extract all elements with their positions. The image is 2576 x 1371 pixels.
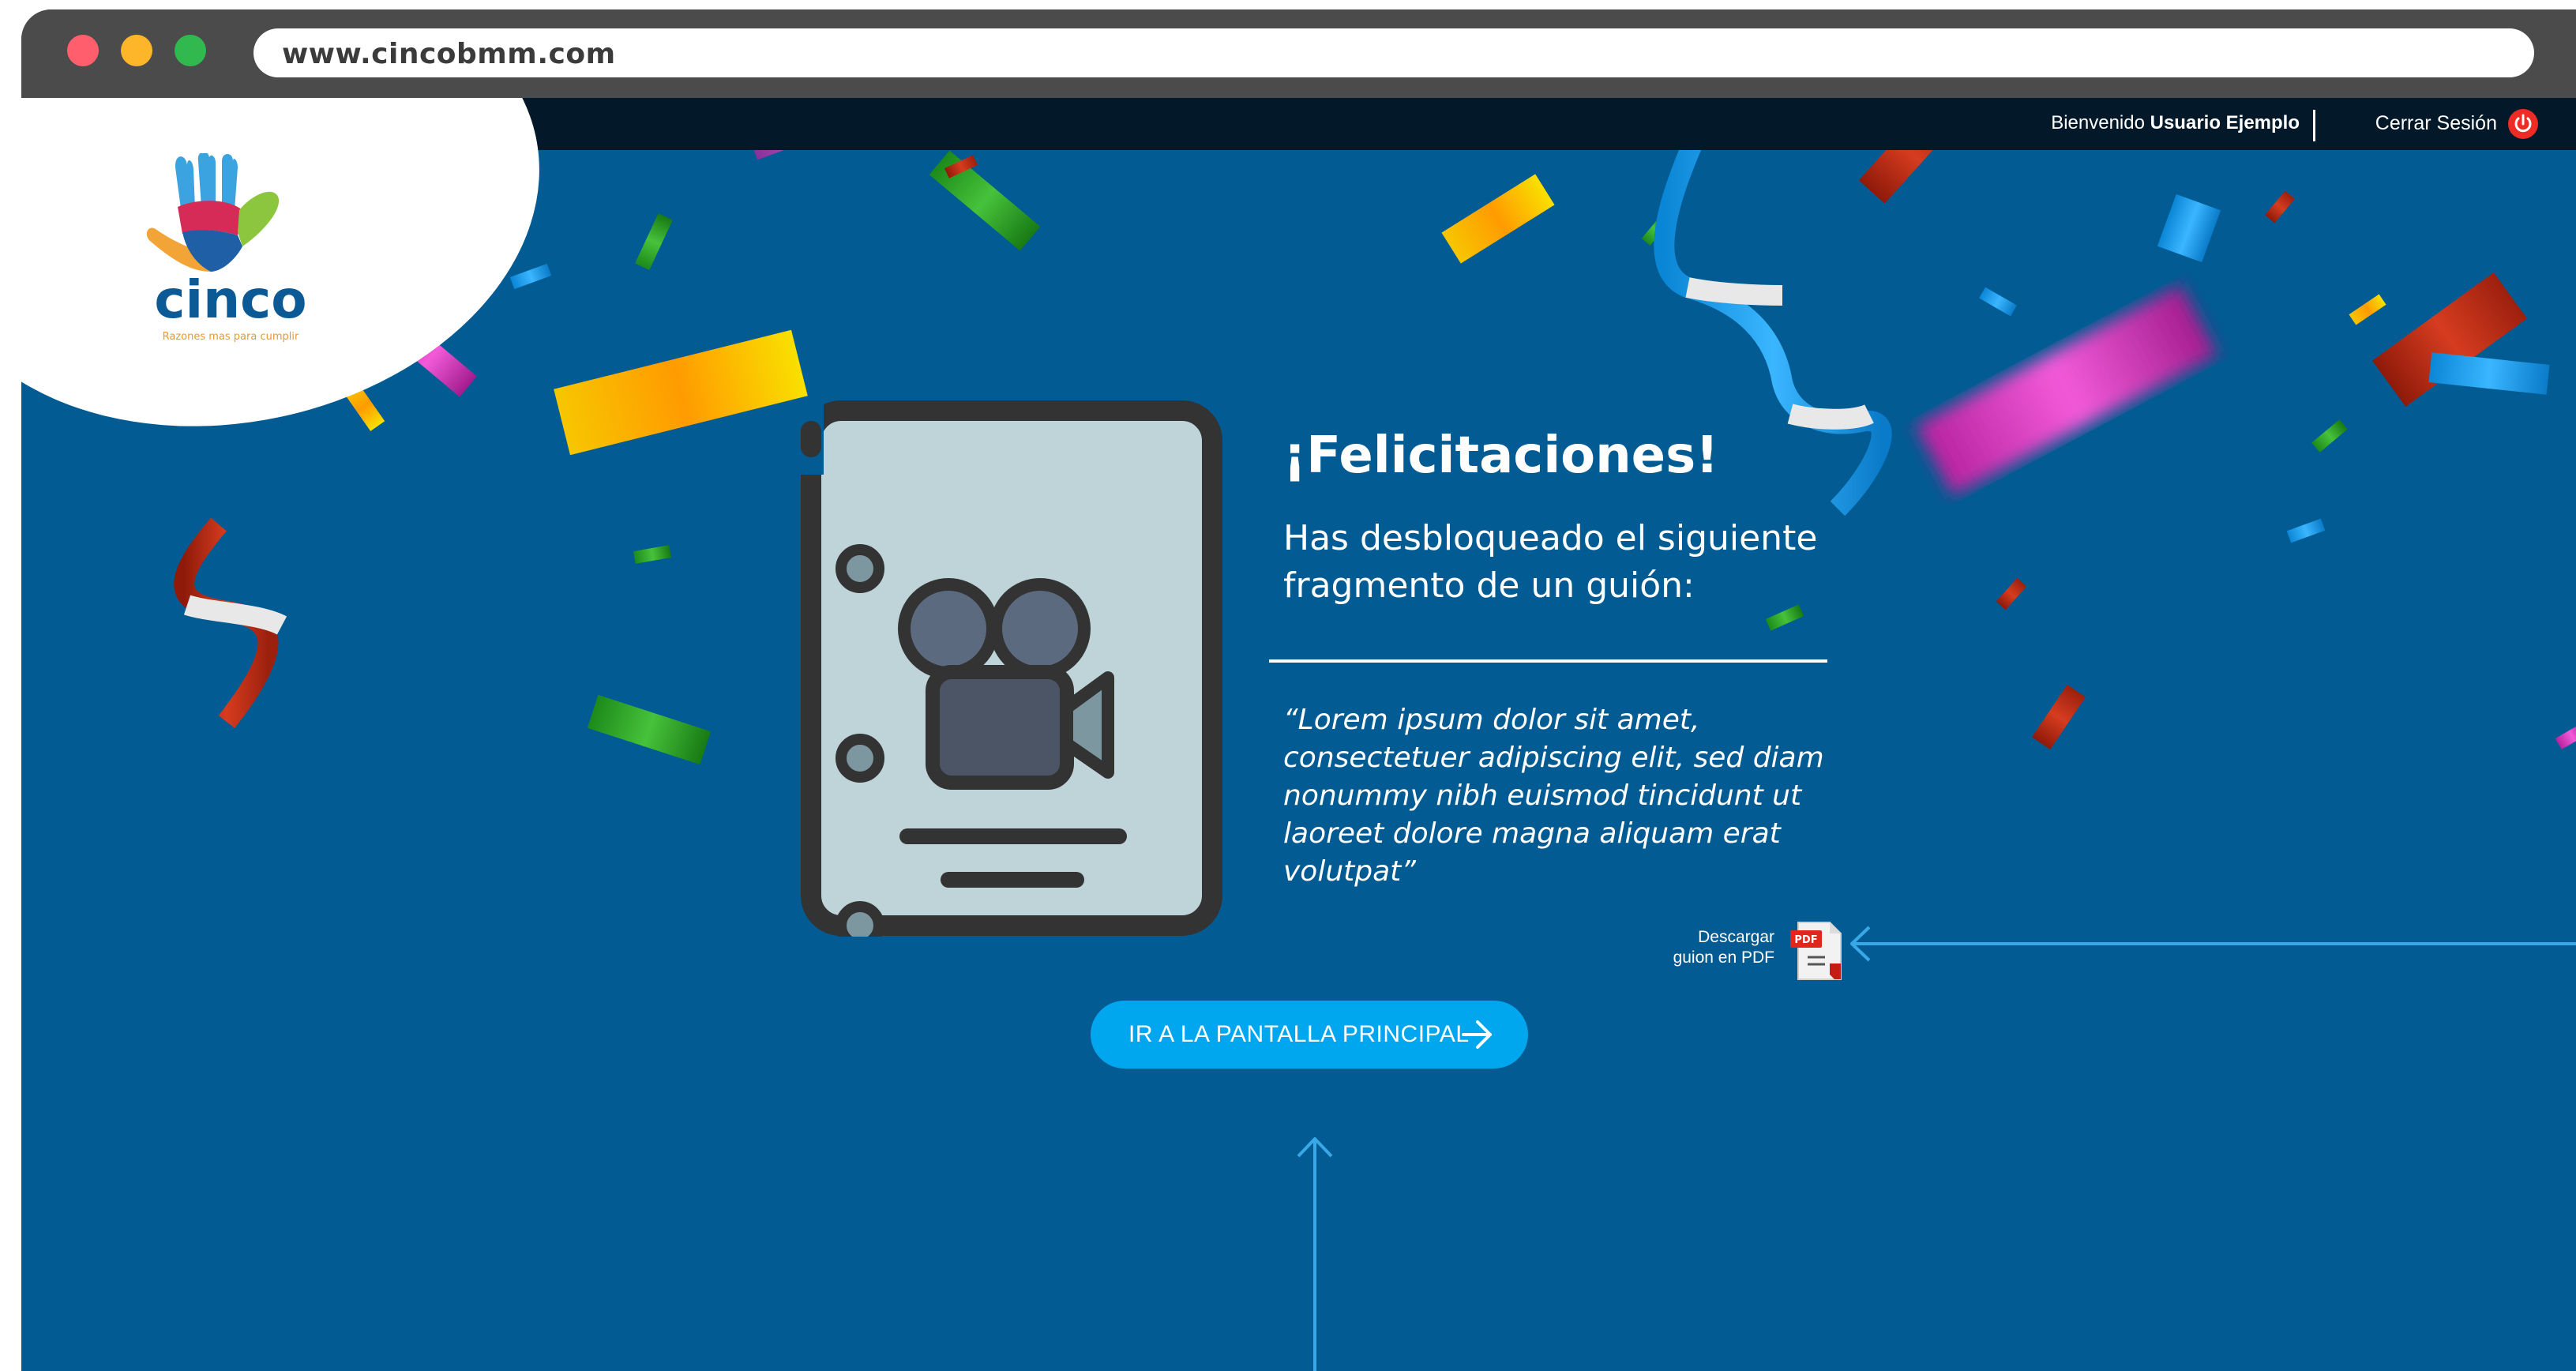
go-to-main-screen-button[interactable]: IR A LA PANTALLA PRINCIPAL bbox=[1091, 1001, 1528, 1069]
pdf-badge-text: PDF bbox=[1794, 934, 1817, 946]
download-pdf-label: Descargar guion en PDF bbox=[1640, 927, 1774, 968]
browser-chrome: www.cincobmm.com bbox=[21, 9, 2576, 98]
script-quote: “Lorem ipsum dolor sit amet, consectetue… bbox=[1283, 704, 1824, 888]
welcome-message: Bienvenido Usuario Ejemplo bbox=[2051, 112, 2300, 134]
page-subtitle: Has desbloqueado el siguiente fragmento … bbox=[1283, 518, 1818, 606]
page-viewport: Bienvenido Usuario Ejemplo Cerrar Sesión bbox=[21, 98, 2576, 1371]
hint-arrow-left-icon bbox=[1850, 926, 2576, 962]
browser-window: www.cincobmm.com Bienvenido Usuario Ejem… bbox=[21, 9, 2576, 1371]
maximize-window-button[interactable] bbox=[175, 35, 206, 66]
page-title: ¡Felicitaciones! bbox=[1283, 426, 1719, 485]
arrow-right-icon bbox=[1462, 1020, 1492, 1049]
pdf-icon[interactable]: PDF bbox=[1790, 919, 1846, 982]
user-name: Usuario Ejemplo bbox=[2150, 112, 2300, 133]
content-divider bbox=[1269, 659, 1827, 663]
download-pdf-link[interactable]: Descargar guion en PDF PDF bbox=[1640, 919, 1846, 990]
power-icon[interactable] bbox=[2508, 109, 2538, 139]
close-window-button[interactable] bbox=[67, 35, 99, 66]
hint-arrow-up-icon bbox=[1297, 1137, 1333, 1371]
address-bar[interactable]: www.cincobmm.com bbox=[253, 28, 2534, 77]
cta-label: IR A LA PANTALLA PRINCIPAL bbox=[1128, 1021, 1470, 1047]
download-label-line2: guion en PDF bbox=[1673, 948, 1774, 967]
cinco-logo[interactable]: cinco Razones mas para cumplir bbox=[140, 151, 321, 343]
hand-logo-icon: cinco Razones mas para cumplir bbox=[146, 151, 307, 343]
welcome-prefix: Bienvenido bbox=[2051, 112, 2145, 133]
logout-link[interactable]: Cerrar Sesión bbox=[2375, 112, 2497, 135]
logo-tagline: Razones mas para cumplir bbox=[163, 331, 299, 343]
minimize-window-button[interactable] bbox=[121, 35, 152, 66]
script-video-icon bbox=[800, 400, 1223, 950]
logo-brand-text: cinco bbox=[154, 269, 306, 330]
download-label-line1: Descargar bbox=[1698, 928, 1774, 946]
nav-divider bbox=[2313, 110, 2315, 141]
url-text: www.cincobmm.com bbox=[282, 38, 616, 70]
